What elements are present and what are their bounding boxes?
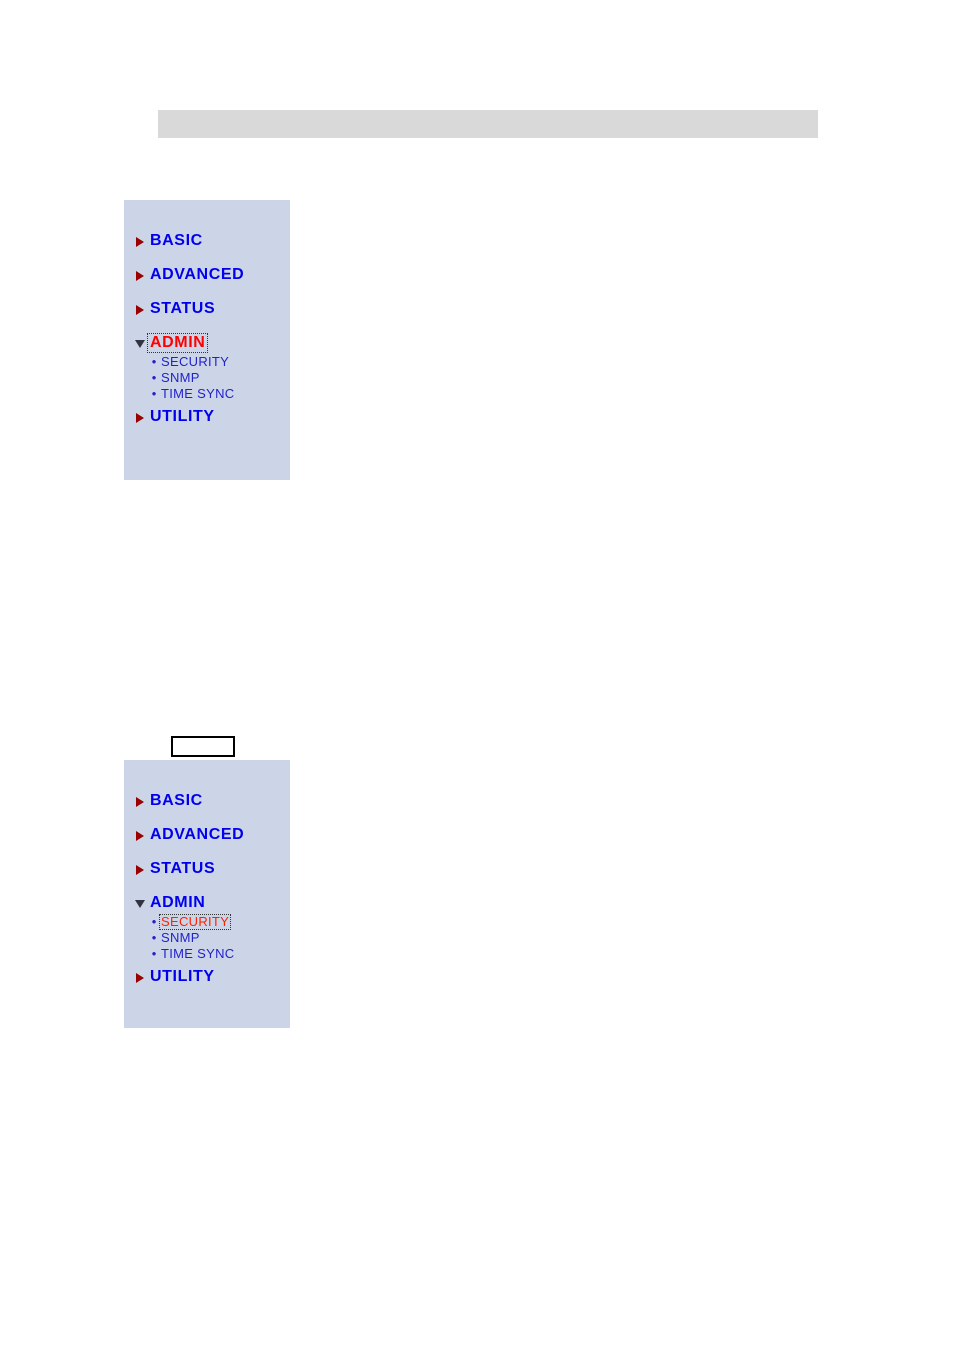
menu-item-advanced[interactable]: ADVANCED — [134, 264, 286, 286]
triangle-right-icon[interactable] — [134, 408, 148, 426]
triangle-right-icon[interactable] — [134, 300, 148, 318]
menu-item-label: BASIC — [150, 792, 203, 809]
triangle-right-icon[interactable] — [134, 968, 148, 986]
menu-item-admin[interactable]: ADMIN — [134, 332, 286, 354]
menu-entry: ADMIN • SECURITY • SNMP • TIME SYNC — [134, 332, 286, 406]
menu-entry: ADVANCED — [134, 264, 286, 286]
menu-item-label: ADVANCED — [150, 266, 245, 283]
triangle-right-icon[interactable] — [134, 826, 148, 844]
submenu-item-label: SECURITY — [158, 914, 232, 930]
menu-entry: ADVANCED — [134, 824, 286, 846]
submenu-list: • SECURITY • SNMP • TIME SYNC — [134, 914, 286, 966]
menu-entry: BASIC — [134, 230, 286, 252]
menu-item-label: ADVANCED — [150, 826, 245, 843]
menu-item-label: UTILITY — [150, 408, 215, 425]
menu-item-admin[interactable]: ADMIN — [134, 892, 286, 914]
menu-item-label: ADMIN — [146, 333, 209, 353]
bullet-icon: • — [151, 354, 157, 369]
bullet-icon: • — [151, 930, 157, 945]
triangle-right-icon[interactable] — [134, 266, 148, 284]
triangle-down-icon[interactable] — [134, 894, 148, 912]
triangle-down-icon[interactable] — [134, 334, 148, 352]
menu-list: BASIC ADVANCED STATUS ADMIN • SECURITY • SNMP • T… — [134, 230, 286, 440]
top-banner — [158, 110, 818, 138]
empty-text-box[interactable] — [171, 736, 235, 757]
submenu-item-snmp[interactable]: • SNMP — [148, 370, 286, 386]
bullet-icon: • — [151, 946, 157, 961]
menu-item-label: ADMIN — [150, 894, 206, 911]
menu-entry: UTILITY — [134, 966, 286, 988]
bullet-icon: • — [151, 370, 157, 385]
menu-item-basic[interactable]: BASIC — [134, 230, 286, 252]
bullet-icon: • — [151, 914, 157, 929]
menu-item-label: STATUS — [150, 300, 216, 317]
navigation-panel-first: BASIC ADVANCED STATUS ADMIN • SECURITY • SNMP • T… — [124, 200, 290, 480]
menu-item-status[interactable]: STATUS — [134, 858, 286, 880]
triangle-right-icon[interactable] — [134, 232, 148, 250]
submenu-list: • SECURITY • SNMP • TIME SYNC — [134, 354, 286, 406]
triangle-right-icon[interactable] — [134, 860, 148, 878]
bullet-icon: • — [151, 386, 157, 401]
submenu-item-label: SNMP — [161, 930, 200, 945]
menu-entry: ADMIN • SECURITY • SNMP • TIME SYNC — [134, 892, 286, 966]
menu-item-label: STATUS — [150, 860, 216, 877]
submenu-item-label: TIME SYNC — [161, 946, 235, 961]
menu-item-advanced[interactable]: ADVANCED — [134, 824, 286, 846]
submenu-item-label: SECURITY — [161, 354, 230, 369]
menu-entry: STATUS — [134, 298, 286, 320]
menu-item-utility[interactable]: UTILITY — [134, 406, 286, 428]
submenu-item-security[interactable]: • SECURITY — [148, 354, 286, 370]
menu-entry: BASIC — [134, 790, 286, 812]
menu-entry: STATUS — [134, 858, 286, 880]
submenu-item-snmp[interactable]: • SNMP — [148, 930, 286, 946]
submenu-item-time-sync[interactable]: • TIME SYNC — [148, 386, 286, 402]
menu-item-basic[interactable]: BASIC — [134, 790, 286, 812]
menu-item-utility[interactable]: UTILITY — [134, 966, 286, 988]
menu-item-status[interactable]: STATUS — [134, 298, 286, 320]
menu-item-label: UTILITY — [150, 968, 215, 985]
menu-list: BASIC ADVANCED STATUS ADMIN • SECURITY • SNMP • T… — [134, 790, 286, 1000]
navigation-panel-second: BASIC ADVANCED STATUS ADMIN • SECURITY • SNMP • T… — [124, 760, 290, 1028]
menu-entry: UTILITY — [134, 406, 286, 428]
submenu-item-time-sync[interactable]: • TIME SYNC — [148, 946, 286, 962]
submenu-item-label: SNMP — [161, 370, 200, 385]
menu-item-label: BASIC — [150, 232, 203, 249]
submenu-item-label: TIME SYNC — [161, 386, 235, 401]
triangle-right-icon[interactable] — [134, 792, 148, 810]
submenu-item-security[interactable]: • SECURITY — [148, 914, 286, 930]
